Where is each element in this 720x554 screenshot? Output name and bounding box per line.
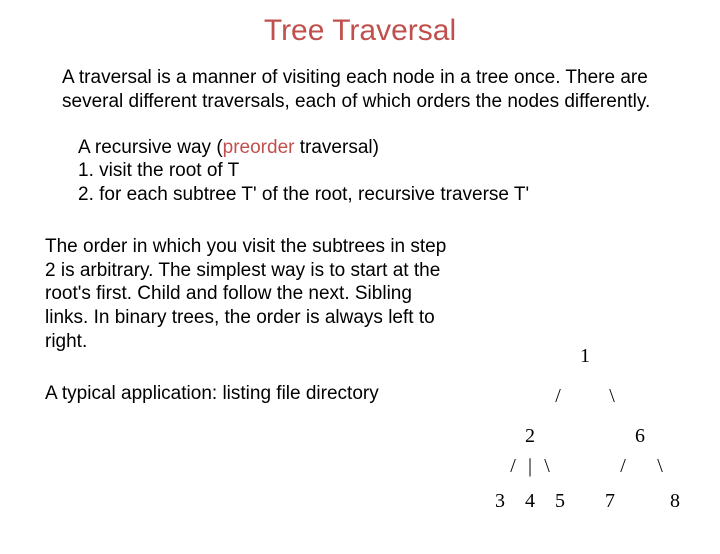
- recursive-suffix: traversal): [294, 137, 378, 158]
- tree-node-5: 5: [555, 490, 565, 512]
- recursive-step1: 1. visit the root of T: [78, 160, 239, 181]
- tree-node-4: 4: [525, 490, 535, 512]
- tree-edge: |: [528, 455, 532, 477]
- preorder-highlight: preorder: [223, 137, 295, 158]
- tree-edge: /: [620, 455, 626, 477]
- recursive-step2: 2. for each subtree T' of the root, recu…: [78, 184, 529, 205]
- tree-edge: \: [609, 385, 615, 407]
- tree-node-1: 1: [580, 345, 590, 367]
- tree-node-3: 3: [495, 490, 505, 512]
- tree-node-7: 7: [605, 490, 615, 512]
- application-paragraph: A typical application: listing file dire…: [45, 382, 455, 406]
- tree-node-6: 6: [635, 425, 645, 447]
- recursive-prefix: A recursive way (: [78, 137, 223, 158]
- slide-title: Tree Traversal: [0, 14, 720, 48]
- tree-node-8: 8: [670, 490, 680, 512]
- tree-edge: /: [510, 455, 516, 477]
- tree-edge: /: [555, 385, 561, 407]
- tree-node-2: 2: [525, 425, 535, 447]
- explain-paragraph: The order in which you visit the subtree…: [45, 235, 455, 354]
- tree-diagram: 1 2 6 3 4 5 7 8 / \ / | \ / \: [480, 342, 690, 512]
- recursive-paragraph: A recursive way (preorder traversal) 1. …: [78, 136, 680, 207]
- intro-paragraph: A traversal is a manner of visiting each…: [62, 66, 660, 114]
- tree-edge: \: [657, 455, 663, 477]
- tree-edge: \: [544, 455, 550, 477]
